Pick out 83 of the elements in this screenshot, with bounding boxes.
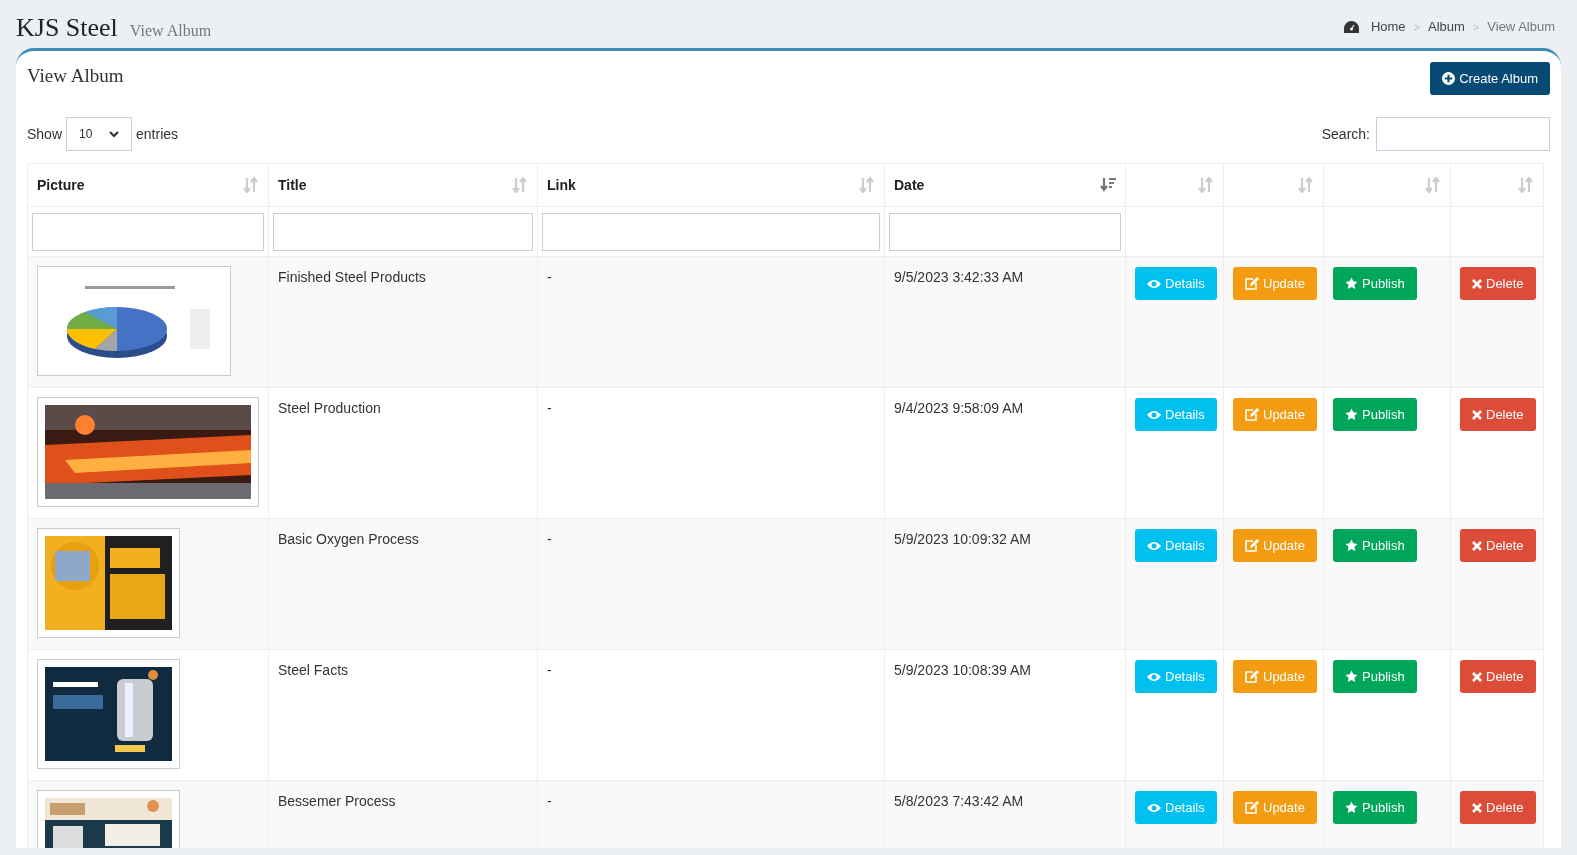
publish-button[interactable]: Publish: [1333, 267, 1417, 300]
star-icon: [1345, 801, 1358, 814]
breadcrumb-link[interactable]: View Album: [1487, 17, 1555, 37]
edit-icon: [1245, 539, 1259, 552]
column-filter-field[interactable]: [542, 212, 880, 251]
entries-select[interactable]: 10: [66, 117, 133, 151]
album-title: Bessemer Process: [278, 793, 396, 809]
close-icon: [1472, 409, 1482, 420]
search-label: Search:: [1321, 124, 1370, 144]
delete-button[interactable]: Delete: [1460, 529, 1536, 562]
close-icon: [1472, 671, 1482, 682]
publish-button[interactable]: Publish: [1333, 529, 1417, 562]
eye-icon: [1147, 540, 1161, 551]
column-filter-field[interactable]: [273, 212, 533, 251]
column-header: Title: [278, 175, 307, 195]
breadcrumb-link[interactable]: Home: [1370, 17, 1406, 37]
update-button[interactable]: Update: [1233, 529, 1317, 562]
sort-icon[interactable]: [1425, 177, 1441, 193]
eye-icon: [1147, 278, 1161, 289]
eye-icon: [1147, 409, 1161, 420]
sort-icon[interactable]: [1298, 177, 1314, 193]
album-title: Finished Steel Products: [278, 269, 426, 285]
close-icon: [1472, 278, 1482, 289]
sort-icon[interactable]: [859, 177, 875, 193]
delete-button[interactable]: Delete: [1460, 791, 1536, 824]
delete-button[interactable]: Delete: [1460, 267, 1536, 300]
close-icon: [1472, 802, 1482, 813]
delete-button[interactable]: Delete: [1460, 660, 1536, 693]
edit-icon: [1245, 801, 1259, 814]
plus-circle-icon: [1442, 72, 1456, 85]
column-header: Picture: [37, 175, 85, 195]
search-field[interactable]: [1376, 117, 1550, 151]
sort-icon[interactable]: [512, 177, 528, 193]
details-button[interactable]: Details: [1135, 791, 1217, 824]
update-button[interactable]: Update: [1233, 791, 1317, 824]
sort-icon[interactable]: [1198, 177, 1214, 193]
dashboard-icon: [1343, 21, 1359, 33]
publish-button[interactable]: Publish: [1333, 660, 1417, 693]
details-button[interactable]: Details: [1135, 267, 1217, 300]
column-filter-field[interactable]: [32, 212, 264, 251]
details-button[interactable]: Details: [1135, 529, 1217, 562]
album-title: Steel Production: [278, 400, 381, 416]
publish-button[interactable]: Publish: [1333, 398, 1417, 431]
album-date: 5/9/2023 10:08:39 AM: [894, 662, 1031, 678]
entries-label: entries: [136, 124, 179, 144]
album-date: 9/5/2023 3:42:33 AM: [894, 269, 1024, 285]
page-title: KJS Steel: [16, 11, 118, 44]
album-date: 5/8/2023 7:43:42 AM: [894, 793, 1024, 809]
star-icon: [1345, 277, 1358, 290]
breadcrumb-separator: >: [1472, 19, 1480, 35]
publish-button[interactable]: Publish: [1333, 791, 1417, 824]
breadcrumb-link[interactable]: Album: [1428, 17, 1465, 37]
column-header: Link: [547, 175, 576, 195]
star-icon: [1345, 408, 1358, 421]
star-icon: [1345, 670, 1358, 683]
close-icon: [1472, 540, 1482, 551]
breadcrumb-separator: >: [1413, 19, 1420, 35]
sort-icon[interactable]: [1518, 177, 1534, 193]
chevron-down-icon: [109, 130, 120, 138]
album-date: 5/9/2023 10:09:32 AM: [894, 531, 1031, 547]
create-album-button[interactable]: Create Album: [1430, 62, 1550, 95]
album-date: 9/4/2023 9:58:09 AM: [894, 400, 1024, 416]
details-button[interactable]: Details: [1135, 398, 1217, 431]
eye-icon: [1147, 671, 1161, 682]
page-subtitle: View Album: [129, 20, 212, 41]
edit-icon: [1245, 277, 1259, 290]
star-icon: [1345, 539, 1358, 552]
show-label: Show: [27, 124, 63, 144]
column-filter-field[interactable]: [889, 212, 1121, 251]
album-title: Steel Facts: [278, 662, 349, 678]
sort-descending-icon[interactable]: [1100, 177, 1116, 193]
details-button[interactable]: Details: [1135, 660, 1217, 693]
edit-icon: [1245, 670, 1259, 683]
update-button[interactable]: Update: [1233, 660, 1317, 693]
edit-icon: [1245, 408, 1259, 421]
sort-icon[interactable]: [243, 177, 259, 193]
card-title: View Album: [27, 64, 124, 88]
delete-button[interactable]: Delete: [1460, 398, 1536, 431]
album-title: Basic Oxygen Process: [278, 531, 419, 547]
update-button[interactable]: Update: [1233, 398, 1317, 431]
column-header: Date: [894, 175, 925, 195]
update-button[interactable]: Update: [1233, 267, 1317, 300]
eye-icon: [1147, 802, 1161, 813]
